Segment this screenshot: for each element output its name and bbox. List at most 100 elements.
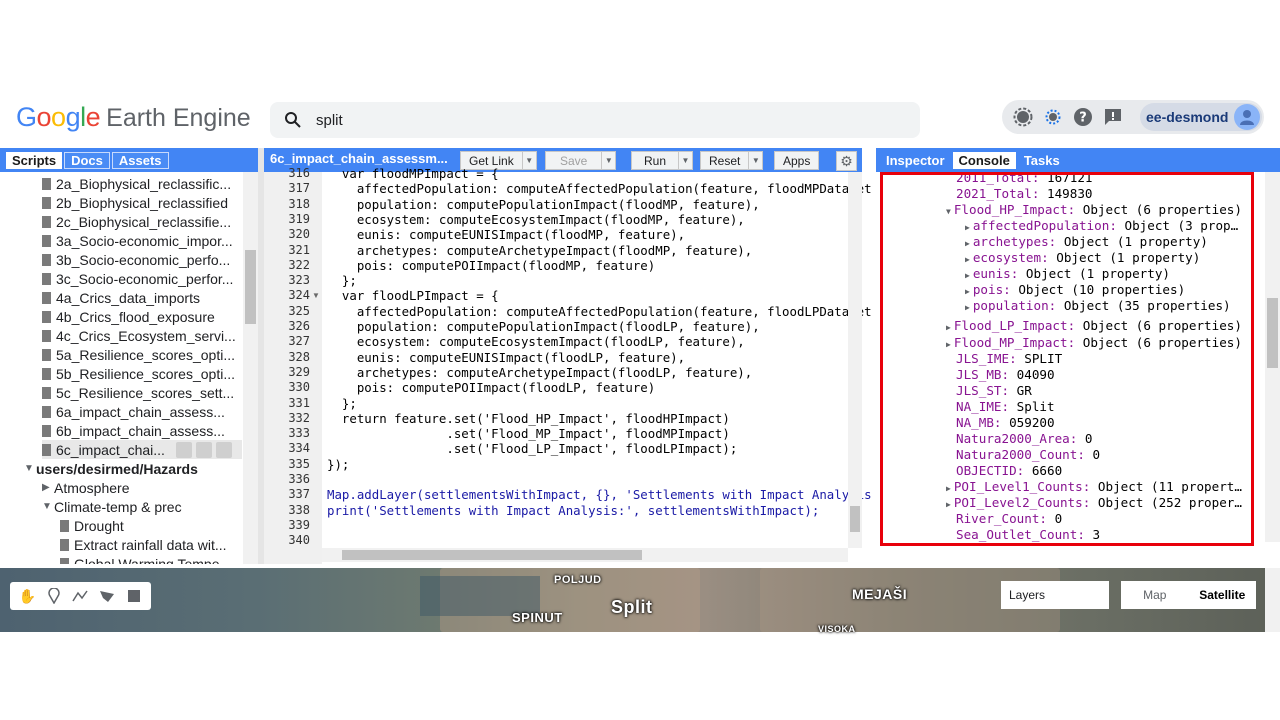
script-item[interactable]: 6c_impact_chai...: [42, 440, 242, 459]
theme-icon[interactable]: [1008, 102, 1038, 132]
script-item[interactable]: 2b_Biophysical_reclassified: [42, 193, 228, 212]
delete-icon[interactable]: [216, 441, 232, 458]
code-line[interactable]: affectedPopulation: computeAffectedPopul…: [327, 304, 872, 319]
script-item[interactable]: 3b_Socio-economic_perfo...: [42, 250, 230, 269]
scripts-tree: 2a_Biophysical_reclassific... 2b_Biophysi…: [0, 172, 258, 564]
script-item[interactable]: 6a_impact_chain_assess...: [42, 402, 225, 421]
script-item[interactable]: 5a_Resilience_scores_opti...: [42, 345, 235, 364]
tree-item-label: 3a_Socio-economic_impor...: [56, 232, 233, 249]
code-line[interactable]: pois: computePOIImpact(floodLP, feature): [327, 380, 655, 395]
code-line[interactable]: });: [327, 457, 349, 472]
layers-control[interactable]: Layers: [1001, 581, 1109, 609]
chevron-down-icon[interactable]: ▼: [748, 152, 762, 169]
code-line[interactable]: print('Settlements with Impact Analysis:…: [327, 503, 819, 518]
code-line[interactable]: };: [327, 273, 357, 288]
script-item[interactable]: 2c_Biophysical_reclassifie...: [42, 212, 231, 231]
script-item[interactable]: 4c_Crics_Ecosystem_servi...: [42, 326, 236, 345]
code-line[interactable]: var floodMPImpact = {: [327, 166, 499, 181]
settings-gear-icon[interactable]: [1038, 102, 1068, 132]
code-line[interactable]: ecosystem: computeEcosystemImpact(floodL…: [327, 334, 745, 349]
editor-horizontal-scrollbar[interactable]: [322, 548, 848, 562]
feedback-icon[interactable]: [1098, 102, 1128, 132]
avatar-icon: [1234, 104, 1260, 130]
scripts-scrollbar[interactable]: [243, 172, 258, 564]
script-item[interactable]: 2a_Biophysical_reclassific...: [42, 174, 231, 193]
apps-button[interactable]: Apps: [774, 151, 820, 170]
repo-item[interactable]: ▼ users/desirmed/Hazards: [24, 459, 198, 478]
code-line[interactable]: eunis: computeEUNISImpact(floodMP, featu…: [327, 227, 685, 242]
line-number: 328: [288, 349, 310, 364]
code-line[interactable]: pois: computePOIImpact(floodMP, feature): [327, 258, 655, 273]
map-type-map-button[interactable]: Map: [1121, 581, 1189, 609]
line-number: 324: [288, 288, 310, 303]
tab-tasks[interactable]: Tasks: [1018, 152, 1066, 169]
map-label-visoka: VISOKA: [818, 624, 856, 634]
reset-button[interactable]: Reset ▼: [700, 151, 764, 170]
code-line[interactable]: population: computePopulationImpact(floo…: [327, 197, 760, 212]
tab-scripts[interactable]: Scripts: [6, 151, 63, 169]
editor-vertical-scrollbar[interactable]: [848, 172, 862, 548]
folder-item[interactable]: ▼ Climate-temp & prec: [42, 497, 182, 516]
file-icon: [42, 177, 51, 190]
script-item[interactable]: Extract rainfall data wit...: [60, 535, 227, 554]
chevron-down-icon[interactable]: ▼: [42, 501, 54, 512]
hand-pan-icon[interactable]: ✋: [17, 586, 37, 606]
help-icon[interactable]: ?: [1068, 102, 1098, 132]
code-line[interactable]: .set('Flood_MP_Impact', floodMPImpact): [327, 426, 730, 441]
draw-line-icon[interactable]: [70, 586, 90, 606]
code-line[interactable]: archetypes: computeArchetypeImpact(flood…: [327, 365, 752, 380]
editor-settings-gear-icon[interactable]: ⚙: [836, 151, 857, 171]
script-item[interactable]: 3c_Socio-economic_perfor...: [42, 269, 233, 288]
code-line[interactable]: ecosystem: computeEcosystemImpact(floodM…: [327, 212, 745, 227]
folder-item[interactable]: ▶ Atmosphere: [42, 478, 129, 497]
chevron-right-icon[interactable]: ▶: [42, 482, 54, 493]
script-item[interactable]: 5c_Resilience_scores_sett...: [42, 383, 234, 402]
edit-icon[interactable]: [196, 441, 212, 458]
script-item[interactable]: 4a_Crics_data_imports: [42, 288, 200, 307]
page-scrollbar[interactable]: [1265, 568, 1280, 632]
left-panel-tabbar: Scripts Docs Assets: [0, 148, 258, 172]
script-item[interactable]: Global Warming Tempe...: [60, 554, 231, 564]
draw-polygon-icon[interactable]: [97, 586, 117, 606]
code-line[interactable]: archetypes: computeArchetypeImpact(flood…: [327, 243, 752, 258]
code-line[interactable]: return feature.set('Flood_HP_Impact', fl…: [327, 411, 730, 426]
script-item[interactable]: 4b_Crics_flood_exposure: [42, 307, 215, 326]
tree-item-label: 5b_Resilience_scores_opti...: [56, 365, 235, 382]
line-number: 331: [288, 395, 310, 410]
fold-arrow-icon[interactable]: ▼: [312, 291, 320, 300]
search-input[interactable]: split: [316, 112, 343, 129]
console-scrollbar[interactable]: [1265, 172, 1280, 542]
script-item[interactable]: Drought: [60, 516, 124, 535]
search-box[interactable]: split: [270, 102, 920, 138]
file-icon: [42, 348, 51, 361]
tree-item-label: 5c_Resilience_scores_sett...: [56, 384, 235, 401]
tab-inspector[interactable]: Inspector: [880, 152, 951, 169]
code-line[interactable]: Map.addLayer(settlementsWithImpact, {}, …: [327, 487, 872, 502]
script-item[interactable]: 6b_impact_chain_assess...: [42, 421, 225, 440]
code-line[interactable]: var floodLPImpact = {: [327, 288, 499, 303]
code-line[interactable]: affectedPopulation: computeAffectedPopul…: [327, 181, 872, 196]
chevron-down-icon[interactable]: ▼: [521, 152, 536, 169]
code-line[interactable]: population: computePopulationImpact(floo…: [327, 319, 760, 334]
tab-assets[interactable]: Assets: [111, 151, 169, 169]
chevron-down-icon[interactable]: ▼: [601, 152, 615, 169]
tab-console[interactable]: Console: [952, 151, 1016, 169]
save-button[interactable]: Save ▼: [545, 151, 617, 170]
script-item[interactable]: 3a_Socio-economic_impor...: [42, 231, 233, 250]
tree-item-label: 5a_Resilience_scores_opti...: [56, 346, 235, 363]
add-marker-icon[interactable]: [44, 586, 64, 606]
chevron-down-icon[interactable]: ▼: [678, 152, 692, 169]
chevron-down-icon[interactable]: ▼: [24, 463, 36, 474]
tab-docs[interactable]: Docs: [64, 151, 110, 169]
map-type-satellite-button[interactable]: Satellite: [1189, 581, 1257, 609]
code-line[interactable]: eunis: computeEUNISImpact(floodLP, featu…: [327, 350, 685, 365]
run-button[interactable]: Run ▼: [631, 151, 694, 170]
code-line[interactable]: };: [327, 396, 357, 411]
google-earth-engine-logo[interactable]: Google Earth Engine: [16, 102, 251, 136]
script-item[interactable]: 5b_Resilience_scores_opti...: [42, 364, 235, 383]
history-icon[interactable]: [176, 441, 192, 458]
user-account-chip[interactable]: ee-desmond: [1140, 103, 1262, 131]
drawing-tools: ✋: [10, 582, 151, 610]
code-line[interactable]: .set('Flood_LP_Impact', floodLPImpact);: [327, 441, 737, 456]
draw-rectangle-icon[interactable]: [124, 586, 144, 606]
